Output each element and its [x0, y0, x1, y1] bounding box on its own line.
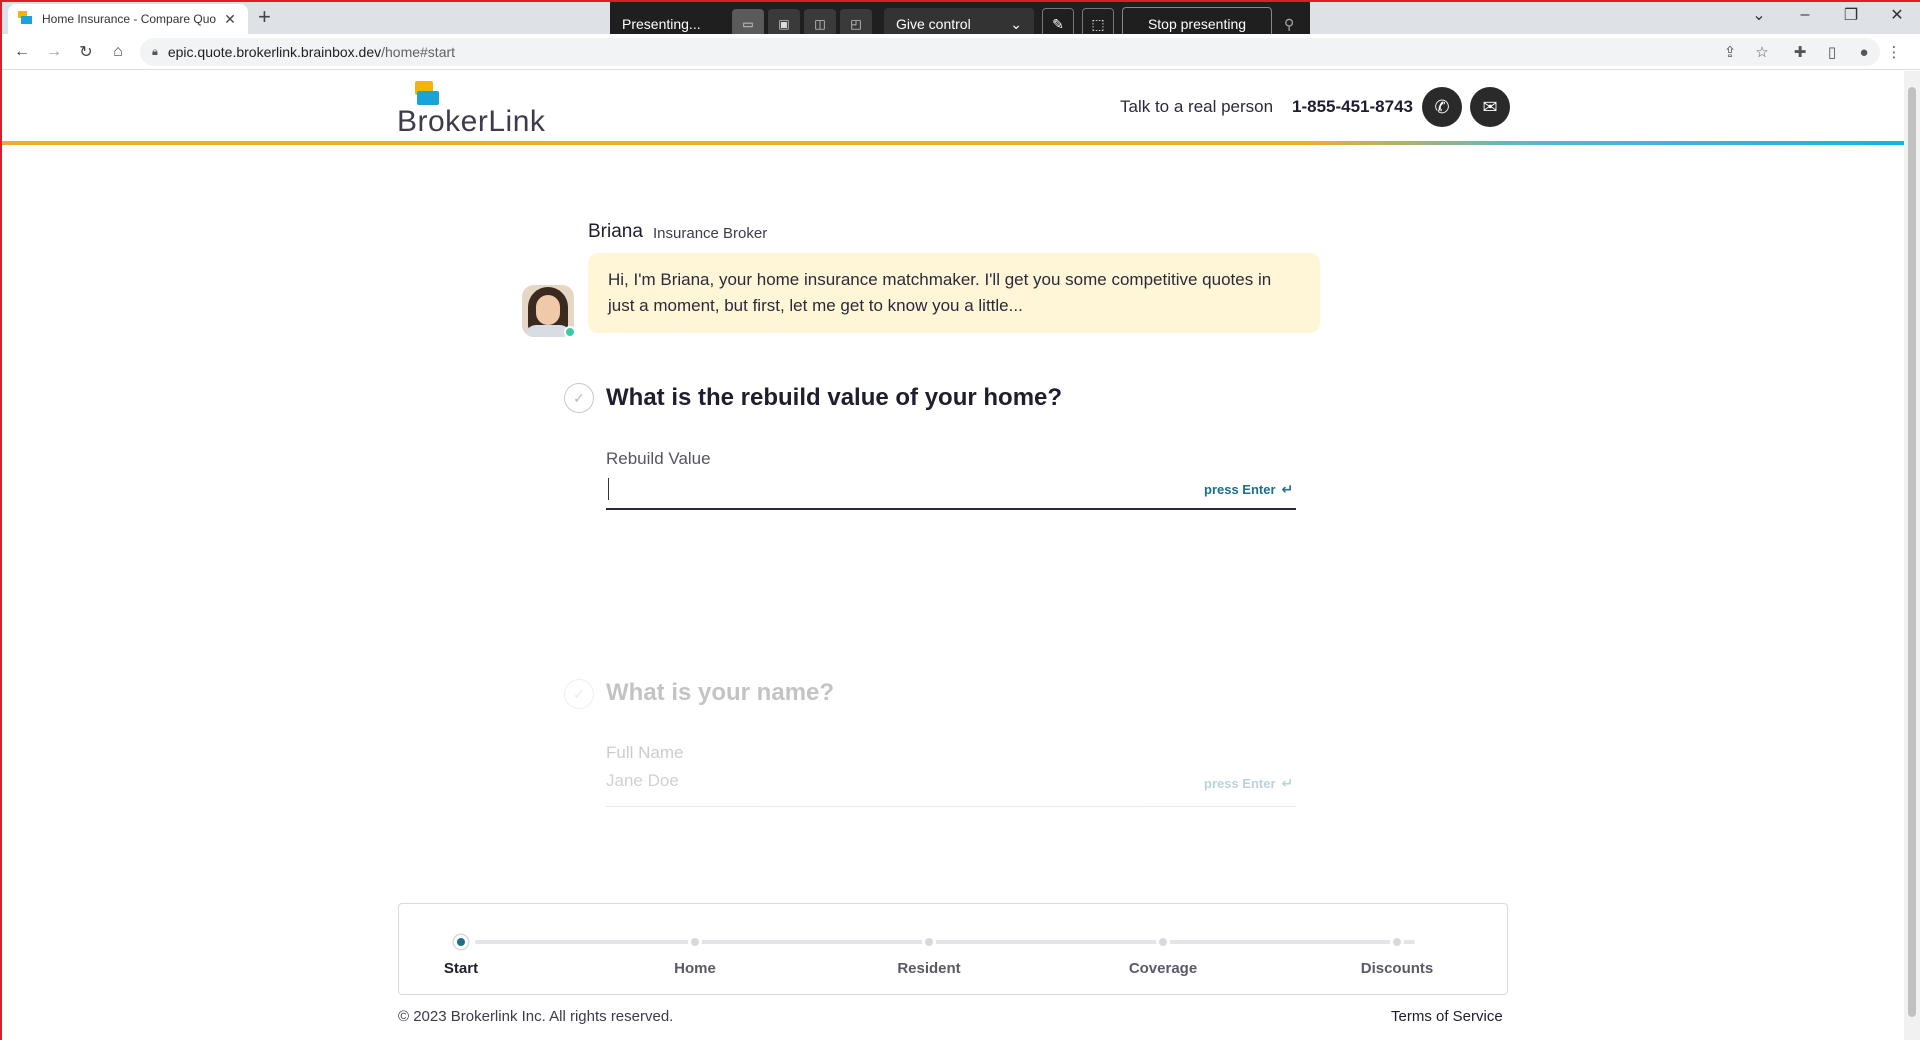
- tab-close-icon[interactable]: ✕: [222, 11, 238, 28]
- step-dot-start: [454, 935, 468, 949]
- agent-name: Briana: [588, 221, 643, 242]
- site-header: BrokerLink Talk to a real person 1-855-4…: [2, 71, 1904, 143]
- press-enter-label: press Enter: [1204, 776, 1276, 791]
- step-label-discounts[interactable]: Discounts: [1337, 960, 1457, 977]
- restore-window-icon[interactable]: ❐: [1828, 0, 1874, 30]
- step-label-resident[interactable]: Resident: [869, 960, 989, 977]
- copyright-text: © 2023 Brokerlink Inc. All rights reserv…: [398, 1008, 674, 1025]
- profile-icon[interactable]: ●: [1854, 42, 1874, 62]
- online-status-indicator: [564, 326, 576, 338]
- press-enter-hint[interactable]: press Enter ↵: [1204, 481, 1293, 498]
- logo-wordmark: BrokerLink: [397, 105, 546, 138]
- reload-icon[interactable]: ↻: [74, 40, 98, 64]
- tab-title: Home Insurance - Compare Quo: [42, 12, 217, 26]
- new-tab-button[interactable]: +: [258, 6, 271, 28]
- step-dot-home: [688, 935, 702, 949]
- press-enter-hint[interactable]: press Enter ↵: [1204, 775, 1293, 792]
- share-frame-top: [0, 0, 1920, 2]
- check-circle-icon: ✓: [564, 383, 594, 413]
- step-dot-coverage: [1156, 935, 1170, 949]
- step-label-start[interactable]: Start: [401, 960, 521, 977]
- extensions-icon[interactable]: ✚: [1790, 42, 1810, 62]
- question-title: What is the rebuild value of your home?: [606, 384, 1063, 411]
- presenting-status: Presenting...: [622, 16, 701, 32]
- text-caret: [608, 478, 609, 500]
- brokerlink-favicon-icon: [18, 11, 34, 27]
- brokerlink-logo[interactable]: BrokerLink: [397, 81, 557, 138]
- progress-track: [475, 940, 1415, 944]
- pin-icon[interactable]: ⚲: [1284, 16, 1294, 33]
- rebuild-value-input[interactable]: [606, 473, 1166, 505]
- full-name-input[interactable]: [606, 765, 1166, 797]
- input-underline: [606, 806, 1296, 807]
- input-underline: [606, 508, 1296, 510]
- chevron-down-icon: ⌄: [1010, 15, 1022, 32]
- field-label: Rebuild Value: [606, 449, 711, 468]
- agent-message-bubble: Hi, I'm Briana, your home insurance matc…: [588, 253, 1320, 333]
- home-icon[interactable]: ⌂: [106, 40, 130, 64]
- bookmark-star-icon[interactable]: ☆: [1752, 42, 1772, 62]
- page-scrollbar[interactable]: [1904, 71, 1920, 1040]
- header-divider: [2, 141, 1904, 145]
- side-panel-icon[interactable]: ▯: [1822, 42, 1842, 62]
- envelope-icon: ✉: [1482, 96, 1498, 117]
- step-dot-discounts: [1390, 935, 1404, 949]
- browser-toolbar: ← → ↻ ⌂ 🔒︎ epic.quote.brokerlink.brainbo…: [0, 34, 1920, 70]
- agent-role: Insurance Broker: [653, 225, 768, 242]
- phone-number-link[interactable]: 1-855-451-8743: [1292, 97, 1413, 117]
- minimize-window-icon[interactable]: –: [1782, 0, 1828, 30]
- email-button[interactable]: ✉: [1470, 87, 1510, 127]
- page-viewport: BrokerLink Talk to a real person 1-855-4…: [2, 71, 1904, 1040]
- enter-key-icon: ↵: [1281, 481, 1294, 497]
- scrollbar-thumb[interactable]: [1908, 87, 1916, 1017]
- url-path: /home#start: [381, 44, 456, 60]
- progress-stepper: Start Home Resident Coverage Discounts: [398, 903, 1508, 995]
- enter-key-icon: ↵: [1281, 775, 1294, 791]
- question-title: What is your name?: [606, 679, 835, 706]
- close-window-icon[interactable]: ✕: [1874, 0, 1920, 30]
- field-label: Full Name: [606, 743, 684, 762]
- step-label-coverage[interactable]: Coverage: [1103, 960, 1223, 977]
- phone-call-button[interactable]: ✆: [1422, 87, 1462, 127]
- lock-icon: 🔒︎: [152, 45, 158, 58]
- terms-of-service-link[interactable]: Terms of Service: [1391, 1008, 1503, 1025]
- step-dot-resident: [922, 935, 936, 949]
- talk-label: Talk to a real person: [1120, 97, 1274, 116]
- logo-mark-blue: [417, 91, 439, 105]
- address-bar[interactable]: 🔒︎ epic.quote.brokerlink.brainbox.dev/ho…: [140, 38, 1880, 66]
- menu-kebab-icon[interactable]: ⋮: [1884, 42, 1904, 62]
- url-host: epic.quote.brokerlink.brainbox.dev: [167, 44, 382, 60]
- step-label-home[interactable]: Home: [635, 960, 755, 977]
- press-enter-label: press Enter: [1204, 482, 1276, 497]
- back-icon[interactable]: ←: [10, 40, 34, 64]
- phone-icon: ✆: [1434, 96, 1450, 117]
- give-control-label: Give control: [896, 16, 971, 32]
- tab-search-chevron-icon[interactable]: ⌄: [1736, 0, 1782, 30]
- share-icon[interactable]: ⇪: [1720, 42, 1740, 62]
- forward-icon[interactable]: →: [42, 40, 66, 64]
- browser-tab[interactable]: Home Insurance - Compare Quo ✕: [8, 4, 248, 34]
- share-frame-left: [0, 0, 2, 1040]
- check-circle-icon: ✓: [564, 679, 594, 709]
